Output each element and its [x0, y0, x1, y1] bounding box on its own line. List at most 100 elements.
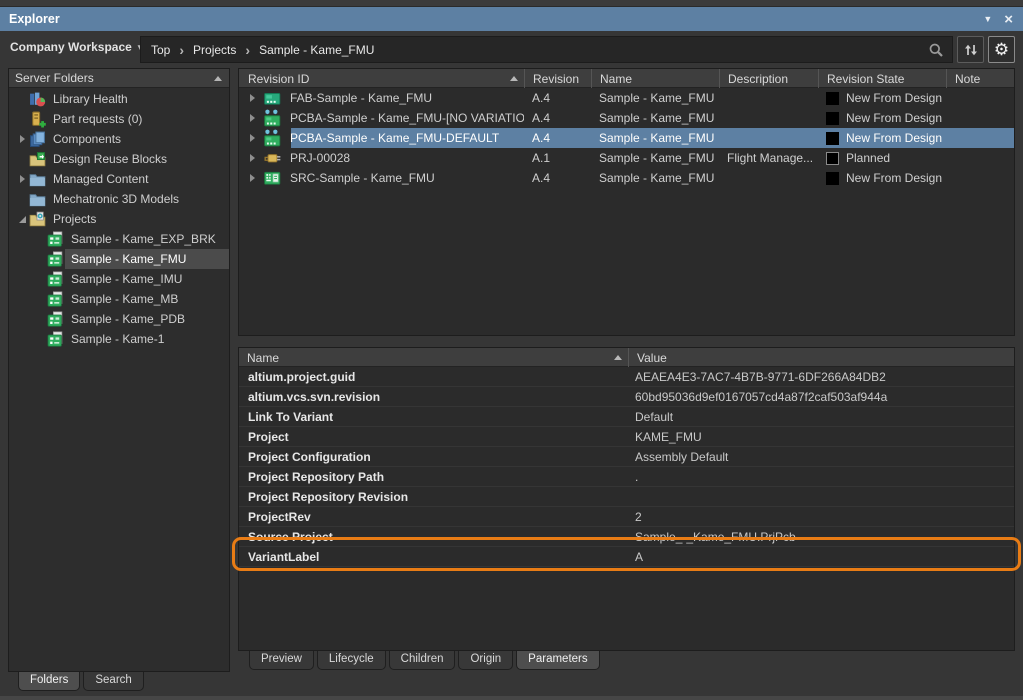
- tree-item-managed-content[interactable]: Managed Content: [9, 169, 229, 189]
- window-bottom-edge: [0, 696, 1023, 700]
- tab-folders[interactable]: Folders: [18, 672, 80, 691]
- tree-item-components[interactable]: Components: [9, 129, 229, 149]
- explorer-panel: Explorer ▼ × Company Workspace ▾ Top › P…: [0, 0, 1023, 700]
- expand-arrow-icon[interactable]: [250, 154, 255, 162]
- breadcrumb: Top › Projects › Sample - Kame_FMU: [140, 36, 953, 63]
- param-row-projectrev[interactable]: ProjectRev 2: [239, 507, 1014, 527]
- expand-arrow-icon[interactable]: [250, 134, 255, 142]
- breadcrumb-item-top[interactable]: Top: [151, 43, 170, 57]
- column-header-name[interactable]: Name: [239, 348, 628, 367]
- tab-preview[interactable]: Preview: [249, 651, 314, 670]
- design-reuse-icon: [29, 151, 46, 168]
- pcb-project-icon: [47, 231, 64, 248]
- tab-search[interactable]: Search: [83, 672, 143, 691]
- tree-item-sample-kame-pdb[interactable]: Sample - Kame_PDB: [9, 309, 229, 329]
- tab-origin[interactable]: Origin: [458, 651, 513, 670]
- pcba-icon: [263, 129, 282, 147]
- column-header-revision[interactable]: Revision: [524, 69, 591, 88]
- detail-tabs: Preview Lifecycle Children Origin Parame…: [249, 651, 600, 670]
- gear-icon: ⚙: [994, 41, 1009, 58]
- pcb-project-icon: [47, 291, 64, 308]
- revisions-table-header: Revision ID Revision Name Description Re…: [239, 69, 1014, 88]
- param-row-repository-revision[interactable]: Project Repository Revision: [239, 487, 1014, 507]
- pcb-project-icon: [47, 311, 64, 328]
- part-requests-icon: [29, 111, 46, 128]
- sync-button[interactable]: [957, 36, 984, 63]
- project-icon: [263, 149, 282, 167]
- table-row-pcba-no-variations[interactable]: PCBA-Sample - Kame_FMU-[NO VARIATIONS] A…: [239, 108, 1014, 128]
- toolbar: Company Workspace ▾ Top › Projects › Sam…: [0, 31, 1023, 67]
- column-header-note[interactable]: Note: [946, 69, 1014, 88]
- expand-arrow-icon[interactable]: [20, 135, 25, 143]
- search-icon[interactable]: [928, 42, 944, 58]
- pcb-project-icon: [47, 251, 64, 268]
- tree-item-part-requests[interactable]: Part requests (0): [9, 109, 229, 129]
- column-header-revision-id[interactable]: Revision ID: [239, 69, 524, 88]
- breadcrumb-item-projects[interactable]: Projects: [193, 43, 236, 57]
- breadcrumb-item-current[interactable]: Sample - Kame_FMU: [259, 43, 374, 57]
- state-color-swatch: [826, 132, 839, 145]
- expand-arrow-icon[interactable]: [250, 94, 255, 102]
- table-row-fab[interactable]: FAB-Sample - Kame_FMU A.4 Sample - Kame_…: [239, 88, 1014, 108]
- column-header-description[interactable]: Description: [719, 69, 818, 88]
- library-health-icon: [29, 91, 46, 108]
- expand-arrow-icon[interactable]: [250, 174, 255, 182]
- param-row-link-to-variant[interactable]: Link To Variant Default: [239, 407, 1014, 427]
- tree-item-sample-kame-1[interactable]: Sample - Kame-1: [9, 329, 229, 349]
- workspace-dropdown[interactable]: Company Workspace ▾: [10, 40, 142, 54]
- tab-children[interactable]: Children: [389, 651, 456, 670]
- pcba-icon: [263, 109, 282, 127]
- server-folders-panel: Server Folders Library Health Part reque…: [8, 68, 230, 672]
- expand-arrow-icon[interactable]: [20, 175, 25, 183]
- tab-lifecycle[interactable]: Lifecycle: [317, 651, 386, 670]
- param-row-variantlabel[interactable]: VariantLabel A: [239, 547, 1014, 567]
- pcb-project-icon: [47, 271, 64, 288]
- table-row-src[interactable]: SRC-Sample - Kame_FMU A.4 Sample - Kame_…: [239, 168, 1014, 188]
- folder-icon: [29, 171, 46, 188]
- table-row-prj-00028[interactable]: PRJ-00028 A.1 Sample - Kame_FMU Flight M…: [239, 148, 1014, 168]
- panel-title: Explorer: [9, 12, 60, 26]
- tree-item-sample-kame-mb[interactable]: Sample - Kame_MB: [9, 289, 229, 309]
- column-header-value[interactable]: Value: [628, 348, 1014, 367]
- close-icon[interactable]: ×: [1004, 12, 1013, 27]
- column-header-revision-state[interactable]: Revision State: [818, 69, 946, 88]
- collapse-arrow-icon[interactable]: [214, 76, 222, 81]
- param-row-source-project[interactable]: Source Project Sample_-_Kame_FMU.PrjPcb: [239, 527, 1014, 547]
- settings-button[interactable]: ⚙: [988, 36, 1015, 63]
- sort-ascending-icon: [510, 76, 518, 81]
- panel-titlebar: Explorer ▼ ×: [0, 7, 1023, 31]
- expand-arrow-icon[interactable]: [250, 114, 255, 122]
- state-color-swatch: [826, 172, 839, 185]
- param-row-svn-revision[interactable]: altium.vcs.svn.revision 60bd95036d9ef016…: [239, 387, 1014, 407]
- tree-item-sample-kame-imu[interactable]: Sample - Kame_IMU: [9, 269, 229, 289]
- param-row-project-guid[interactable]: altium.project.guid AEAEA4E3-7AC7-4B7B-9…: [239, 367, 1014, 387]
- fab-icon: [263, 89, 282, 107]
- state-color-swatch: [826, 112, 839, 125]
- folder-icon: [29, 191, 46, 208]
- tree-item-library-health[interactable]: Library Health: [9, 89, 229, 109]
- tree-item-mechatronic-3d-models[interactable]: Mechatronic 3D Models: [9, 189, 229, 209]
- column-header-name[interactable]: Name: [591, 69, 719, 88]
- tab-parameters[interactable]: Parameters: [516, 651, 599, 670]
- sidebar-tabs: Folders Search: [18, 672, 144, 691]
- panel-menu-caret-icon[interactable]: ▼: [983, 14, 992, 24]
- param-row-project-configuration[interactable]: Project Configuration Assembly Default: [239, 447, 1014, 467]
- tree-item-sample-kame-fmu[interactable]: Sample - Kame_FMU: [9, 249, 229, 269]
- server-folders-header[interactable]: Server Folders: [9, 69, 229, 88]
- breadcrumb-separator-icon: ›: [179, 43, 184, 57]
- folder-tree: Library Health Part requests (0) Compone…: [9, 89, 229, 349]
- projects-folder-icon: [29, 211, 46, 228]
- window-top-strip: [0, 0, 1023, 7]
- table-row-pcba-default[interactable]: PCBA-Sample - Kame_FMU-DEFAULT A.4 Sampl…: [239, 128, 1014, 148]
- src-icon: [263, 169, 282, 187]
- collapse-arrow-icon[interactable]: [19, 216, 26, 223]
- workspace-label: Company Workspace: [10, 40, 132, 54]
- tree-item-sample-kame-exp-brk[interactable]: Sample - Kame_EXP_BRK: [9, 229, 229, 249]
- state-color-swatch: [826, 152, 839, 165]
- tree-item-projects[interactable]: Projects: [9, 209, 229, 229]
- parameters-table: Name Value altium.project.guid AEAEA4E3-…: [238, 347, 1015, 651]
- components-icon: [29, 131, 46, 148]
- tree-item-design-reuse-blocks[interactable]: Design Reuse Blocks: [9, 149, 229, 169]
- param-row-repository-path[interactable]: Project Repository Path .: [239, 467, 1014, 487]
- param-row-project[interactable]: Project KAME_FMU: [239, 427, 1014, 447]
